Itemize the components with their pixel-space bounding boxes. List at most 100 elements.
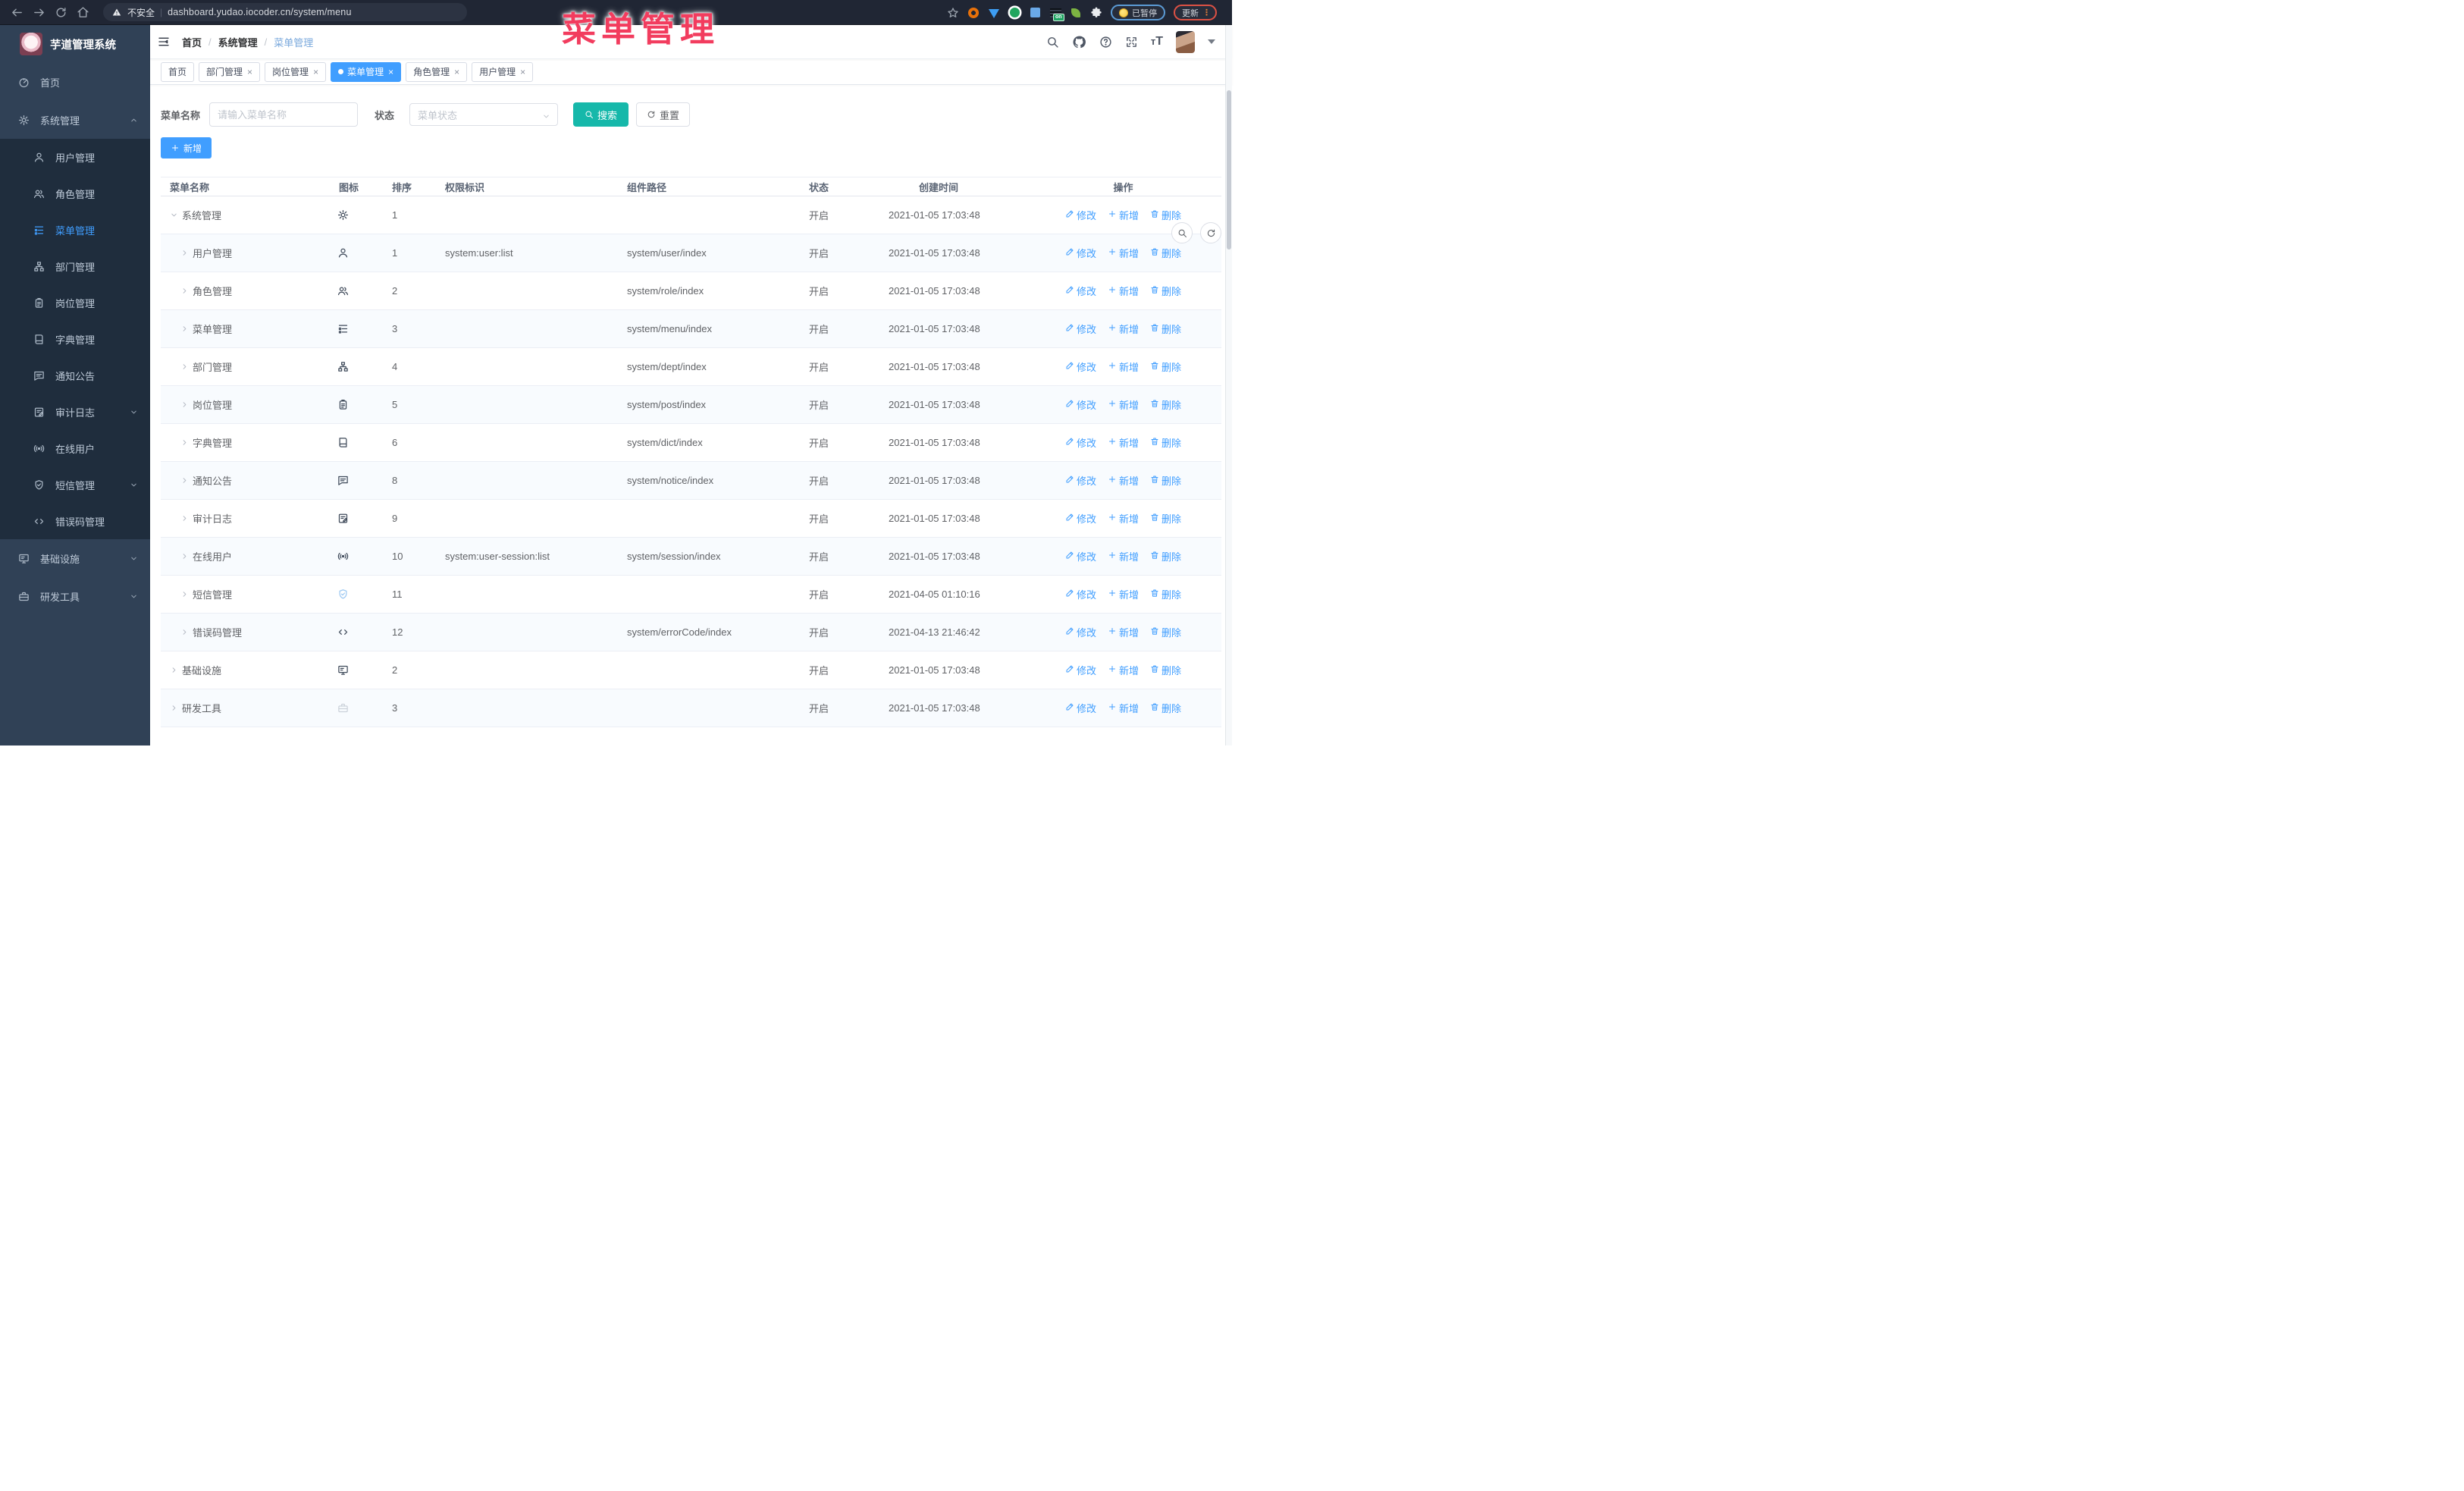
row-action-delete[interactable]: 删除 [1150, 663, 1181, 677]
row-action-delete[interactable]: 删除 [1150, 246, 1181, 260]
user-avatar[interactable] [1176, 30, 1195, 53]
row-action-add[interactable]: 新增 [1108, 435, 1139, 450]
row-action-add[interactable]: 新增 [1108, 625, 1139, 639]
row-action-delete[interactable]: 删除 [1150, 284, 1181, 298]
tab-1[interactable]: 部门管理 × [199, 61, 261, 82]
extensions-puzzle-icon[interactable] [1090, 7, 1102, 19]
hamburger-icon[interactable] [158, 36, 171, 48]
tab-close-icon[interactable]: × [247, 67, 252, 77]
tab-3[interactable]: 菜单管理 × [331, 61, 402, 82]
sidebar-item-1-6[interactable]: 通知公告 [0, 357, 150, 394]
row-action-edit[interactable]: 修改 [1065, 511, 1096, 526]
row-action-delete[interactable]: 删除 [1150, 397, 1181, 412]
sidebar-item-1-9[interactable]: 短信管理 [0, 466, 150, 503]
expand-row-icon[interactable] [180, 628, 189, 636]
row-action-edit[interactable]: 修改 [1065, 701, 1096, 715]
tab-2[interactable]: 岗位管理 × [265, 61, 327, 82]
breadcrumb-item-0[interactable]: 首页 [182, 35, 202, 49]
row-action-add[interactable]: 新增 [1108, 359, 1139, 374]
expand-row-icon[interactable] [180, 249, 189, 257]
tab-0[interactable]: 首页 [161, 61, 195, 82]
reset-button[interactable]: 重置 [636, 102, 691, 127]
breadcrumb-item-1[interactable]: 系统管理 [218, 35, 258, 49]
row-action-add[interactable]: 新增 [1108, 246, 1139, 260]
row-action-edit[interactable]: 修改 [1065, 397, 1096, 412]
reload-icon[interactable] [55, 6, 67, 19]
expand-row-icon[interactable] [180, 363, 189, 371]
profile-paused-badge[interactable]: 已暂停 [1111, 5, 1165, 20]
avatar-caret-icon[interactable] [1208, 39, 1215, 44]
tab-5[interactable]: 用户管理 × [472, 61, 534, 82]
sidebar-item-1-5[interactable]: 字典管理 [0, 321, 150, 357]
row-action-add[interactable]: 新增 [1108, 511, 1139, 526]
row-action-edit[interactable]: 修改 [1065, 549, 1096, 563]
extension-orange-icon[interactable] [967, 7, 980, 19]
extension-green-check-icon[interactable] [1008, 7, 1020, 19]
row-action-delete[interactable]: 删除 [1150, 473, 1181, 488]
row-action-edit[interactable]: 修改 [1065, 663, 1096, 677]
expand-row-icon[interactable] [180, 438, 189, 447]
home-icon[interactable] [77, 6, 89, 19]
row-action-delete[interactable]: 删除 [1150, 587, 1181, 601]
row-action-add[interactable]: 新增 [1108, 701, 1139, 715]
expand-row-icon[interactable] [180, 287, 189, 295]
sidebar-item-1-3[interactable]: 部门管理 [0, 248, 150, 284]
expand-row-icon[interactable] [180, 552, 189, 560]
sidebar-item-1[interactable]: 系统管理 [0, 101, 150, 139]
row-action-delete[interactable]: 删除 [1150, 322, 1181, 336]
forward-icon[interactable] [33, 6, 45, 19]
refresh-button[interactable] [1200, 222, 1221, 243]
expand-row-icon[interactable] [180, 514, 189, 523]
row-action-edit[interactable]: 修改 [1065, 284, 1096, 298]
sidebar-item-1-8[interactable]: 在线用户 [0, 430, 150, 466]
tab-close-icon[interactable]: × [520, 67, 525, 77]
row-action-edit[interactable]: 修改 [1065, 435, 1096, 450]
row-action-delete[interactable]: 删除 [1150, 435, 1181, 450]
status-select[interactable]: 菜单状态 [409, 103, 559, 126]
menu-name-input[interactable] [209, 102, 359, 127]
row-action-add[interactable]: 新增 [1108, 549, 1139, 563]
search-icon[interactable] [1046, 36, 1059, 49]
fullscreen-icon[interactable] [1125, 36, 1138, 49]
expand-row-icon[interactable] [170, 666, 178, 674]
github-icon[interactable] [1072, 35, 1086, 49]
sidebar-item-1-1[interactable]: 角色管理 [0, 175, 150, 212]
row-action-add[interactable]: 新增 [1108, 587, 1139, 601]
row-action-delete[interactable]: 删除 [1150, 359, 1181, 374]
extension-cube-icon[interactable] [1029, 7, 1041, 19]
scrollbar-thumb[interactable] [1227, 90, 1231, 250]
row-action-delete[interactable]: 删除 [1150, 701, 1181, 715]
url-bar[interactable]: 不安全 | dashboard.yudao.iocoder.cn/system/… [103, 3, 467, 21]
sidebar-item-3[interactable]: 研发工具 [0, 577, 150, 615]
row-action-delete[interactable]: 删除 [1150, 208, 1181, 222]
help-icon[interactable] [1099, 36, 1112, 49]
row-action-delete[interactable]: 删除 [1150, 549, 1181, 563]
row-action-edit[interactable]: 修改 [1065, 208, 1096, 222]
extension-leaf-icon[interactable] [1070, 7, 1082, 19]
sidebar-item-1-0[interactable]: 用户管理 [0, 139, 150, 175]
update-button[interactable]: 更新 ⋮ [1174, 5, 1217, 20]
search-button[interactable]: 搜索 [573, 102, 629, 127]
sidebar-item-2[interactable]: 基础设施 [0, 539, 150, 577]
tab-close-icon[interactable]: × [388, 67, 393, 77]
row-action-add[interactable]: 新增 [1108, 208, 1139, 222]
sidebar-item-1-10[interactable]: 错误码管理 [0, 503, 150, 539]
toggle-search-button[interactable] [1171, 222, 1193, 243]
expand-row-icon[interactable] [180, 590, 189, 598]
tab-close-icon[interactable]: × [454, 67, 459, 77]
expand-row-icon[interactable] [180, 400, 189, 409]
row-action-delete[interactable]: 删除 [1150, 511, 1181, 526]
logo-row[interactable]: 芋道管理系统 [0, 25, 150, 63]
row-action-add[interactable]: 新增 [1108, 284, 1139, 298]
add-button[interactable]: 新增 [161, 137, 212, 159]
row-action-add[interactable]: 新增 [1108, 473, 1139, 488]
extension-gem-icon[interactable] [988, 7, 1000, 19]
back-icon[interactable] [11, 6, 24, 19]
tab-close-icon[interactable]: × [313, 67, 318, 77]
row-action-edit[interactable]: 修改 [1065, 359, 1096, 374]
row-action-edit[interactable]: 修改 [1065, 625, 1096, 639]
sidebar-item-1-7[interactable]: 审计日志 [0, 394, 150, 430]
row-action-edit[interactable]: 修改 [1065, 322, 1096, 336]
extension-switch-icon[interactable]: on [1049, 7, 1064, 21]
bookmark-star-icon[interactable] [947, 7, 959, 19]
